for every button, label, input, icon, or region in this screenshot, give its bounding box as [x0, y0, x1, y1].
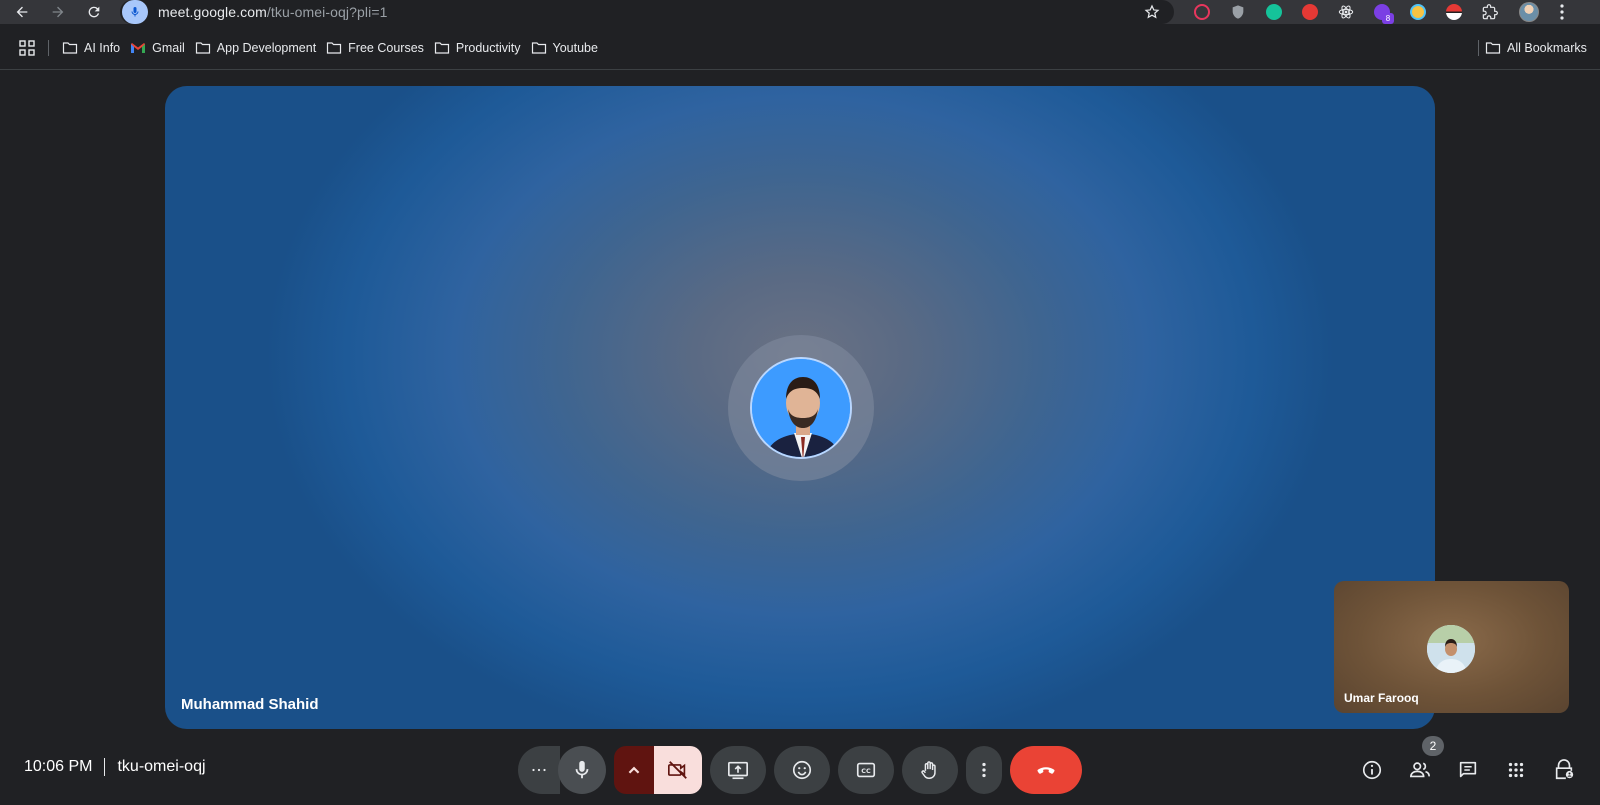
- participant-count-badge: 2: [1422, 736, 1444, 756]
- lock-person-icon: [1555, 759, 1574, 780]
- meeting-side-controls: [0, 746, 1600, 794]
- react-icon[interactable]: [1328, 0, 1364, 24]
- info-icon: [1362, 760, 1382, 780]
- extension-badge: 8: [1382, 13, 1394, 24]
- chat-button[interactable]: [1444, 746, 1492, 794]
- main-video-tile[interactable]: Muhammad Shahid: [165, 86, 1435, 729]
- stop-hand-icon[interactable]: [1292, 0, 1328, 24]
- main-participant-name: Muhammad Shahid: [181, 696, 319, 713]
- bookmark-separator: [48, 40, 49, 56]
- host-controls-button[interactable]: [1540, 746, 1588, 794]
- purple-ext-icon[interactable]: 8: [1364, 0, 1400, 24]
- reload-button[interactable]: [78, 0, 110, 24]
- bookmarks-bar: AI Info Gmail App Development Free Cours…: [0, 36, 1600, 60]
- all-bookmarks-button[interactable]: All Bookmarks: [1480, 36, 1592, 60]
- bookmark-label: AI Info: [84, 41, 121, 55]
- bookmark-productivity[interactable]: Productivity: [429, 36, 526, 60]
- meeting-details-button[interactable]: [1348, 746, 1396, 794]
- pokeball-icon[interactable]: [1436, 0, 1472, 24]
- all-bookmarks-label: All Bookmarks: [1507, 41, 1587, 55]
- chat-icon: [1459, 761, 1477, 778]
- bookmark-gmail[interactable]: Gmail: [125, 36, 190, 60]
- apps-grid-button[interactable]: [14, 36, 40, 60]
- bookmark-star-icon[interactable]: [1144, 4, 1160, 20]
- forward-button[interactable]: [42, 0, 74, 24]
- address-bar[interactable]: meet.google.com/tku-omei-oqj?pli=1: [120, 0, 1174, 24]
- bookmark-label: Free Courses: [348, 41, 424, 55]
- url-text: meet.google.com/tku-omei-oqj?pli=1: [158, 4, 387, 20]
- url-host: meet.google.com: [158, 4, 267, 20]
- folder-icon: [62, 42, 78, 54]
- people-icon: [1410, 762, 1430, 778]
- more-vert-icon: [1560, 4, 1564, 20]
- folder-icon: [1485, 42, 1501, 54]
- arrow-right-icon: [52, 6, 64, 18]
- back-button[interactable]: [6, 0, 38, 24]
- shield-icon[interactable]: [1220, 0, 1256, 24]
- apps-grid-icon: [19, 40, 35, 56]
- bookmark-free-courses[interactable]: Free Courses: [321, 36, 429, 60]
- puzzle-icon[interactable]: [1472, 0, 1508, 24]
- bookmark-app-development[interactable]: App Development: [190, 36, 321, 60]
- record-icon[interactable]: [1184, 0, 1220, 24]
- toolbar-divider: [0, 69, 1600, 70]
- speaker-avatar-ring: [728, 335, 874, 481]
- clock-ext-icon[interactable]: [1400, 0, 1436, 24]
- browser-menu-button[interactable]: [1550, 4, 1574, 20]
- folder-icon: [434, 42, 450, 54]
- speaker-avatar: [750, 357, 852, 459]
- folder-icon: [531, 42, 546, 54]
- reload-icon: [88, 6, 100, 18]
- bookmark-label: Gmail: [152, 41, 185, 55]
- folder-icon: [327, 42, 342, 54]
- bookmark-youtube[interactable]: Youtube: [526, 36, 603, 60]
- bookmark-ai-info[interactable]: AI Info: [57, 36, 125, 60]
- url-path: /tku-omei-oqj?pli=1: [266, 4, 388, 20]
- bookmark-label: Youtube: [552, 41, 598, 55]
- arrow-left-icon: [16, 6, 28, 18]
- bookmark-separator: [1478, 40, 1479, 56]
- self-avatar: [1427, 625, 1475, 673]
- bookmark-label: Productivity: [455, 41, 521, 55]
- profile-avatar[interactable]: [1508, 0, 1550, 24]
- mic-permission-icon[interactable]: [122, 0, 148, 24]
- grammarly-icon[interactable]: [1256, 0, 1292, 24]
- gmail-icon: [131, 43, 146, 53]
- extensions-area: 8: [1184, 0, 1574, 24]
- bookmark-label: App Development: [216, 41, 317, 55]
- self-participant-name: Umar Farooq: [1344, 691, 1419, 705]
- apps-grid-icon: [1508, 762, 1524, 778]
- folder-icon: [195, 42, 210, 54]
- self-video-tile[interactable]: Umar Farooq: [1334, 581, 1569, 713]
- browser-toolbar: meet.google.com/tku-omei-oqj?pli=1 8: [0, 0, 1600, 24]
- activities-button[interactable]: [1492, 746, 1540, 794]
